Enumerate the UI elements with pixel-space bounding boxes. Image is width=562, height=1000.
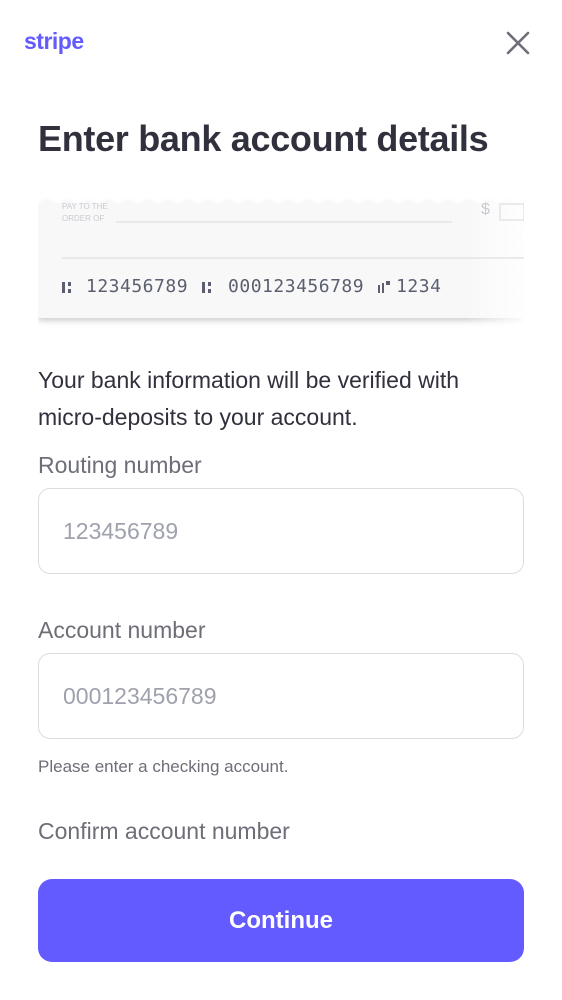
verification-description: Your bank information will be verified w… — [38, 367, 460, 430]
close-icon — [506, 31, 530, 55]
pay-to-label-1: PAY TO THE — [62, 202, 108, 211]
close-button[interactable] — [502, 27, 534, 59]
page-title: Enter bank account details — [38, 118, 489, 159]
header: stripe — [0, 0, 562, 90]
pay-to-label-2: ORDER OF — [62, 214, 104, 223]
confirm-account-number-label: Confirm account number — [38, 818, 290, 842]
continue-button[interactable]: Continue — [38, 879, 524, 962]
check-micr-line: 123456789 000123456789 1234 — [62, 276, 441, 297]
account-number-label: Account number — [38, 617, 206, 643]
currency-symbol: $ — [481, 201, 490, 218]
check-number-display: 1234 — [396, 276, 442, 297]
bank-details-page: stripe Enter bank account details PAY TO… — [0, 0, 562, 1000]
routing-number-label: Routing number — [38, 452, 202, 478]
routing-transit-end-icon — [202, 279, 214, 295]
on-us-icon — [378, 279, 392, 295]
routing-number-display: 123456789 — [86, 276, 189, 297]
stripe-logo: stripe — [24, 28, 84, 54]
routing-number-input[interactable] — [38, 488, 524, 574]
confirm-account-label-container: Confirm account number — [38, 818, 524, 842]
check-illustration: PAY TO THE ORDER OF $ — [38, 196, 524, 346]
checking-account-hint: Please enter a checking account. — [38, 757, 289, 776]
account-number-display: 000123456789 — [228, 276, 365, 297]
account-number-input[interactable] — [38, 653, 524, 739]
routing-transit-icon — [62, 279, 74, 295]
